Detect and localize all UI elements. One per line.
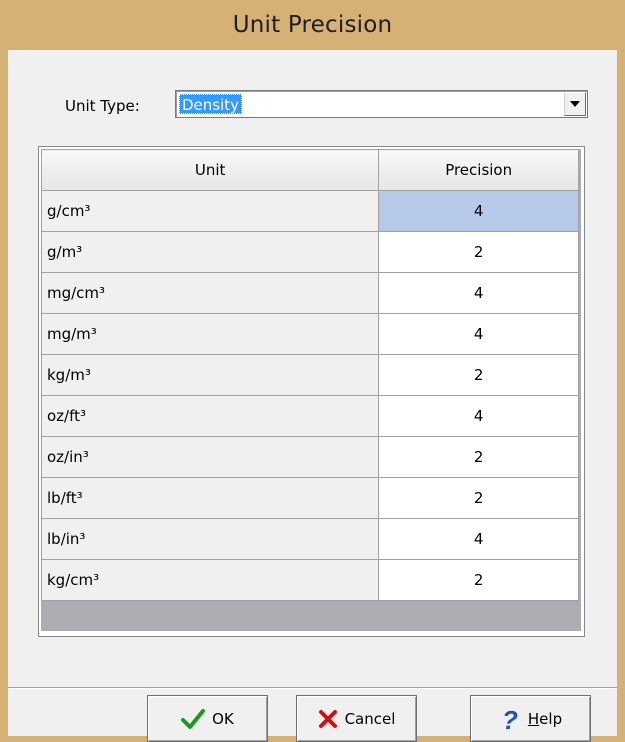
table-row[interactable]: g/m³ 2 [40, 231, 579, 273]
precision-cell[interactable]: 2 [378, 231, 579, 273]
grid-viewport: Unit Precision g/cm³ 4 g/m³ 2 mg/cm³ 4 mg/m³ 4 k… [40, 149, 581, 631]
precision-cell[interactable]: 4 [378, 190, 579, 232]
table-row[interactable]: lb/in³ 4 [40, 518, 579, 560]
unit-cell[interactable]: oz/in³ [40, 436, 380, 478]
checkmark-icon [181, 708, 206, 729]
precision-grid[interactable]: Unit Precision g/cm³ 4 g/m³ 2 mg/cm³ 4 mg/m³ 4 k… [38, 146, 585, 637]
precision-cell[interactable]: 2 [378, 436, 579, 478]
precision-cell[interactable]: 4 [378, 518, 579, 560]
unit-type-dropdown[interactable]: Density [175, 90, 588, 118]
chevron-down-icon [570, 101, 580, 107]
table-row[interactable]: lb/ft³ 2 [40, 477, 579, 519]
unit-cell[interactable]: oz/ft³ [40, 395, 380, 437]
dialog-client-area: Unit Type: Density Unit Precision g/cm³ 4… [8, 50, 617, 742]
table-row[interactable]: oz/ft³ 4 [40, 395, 579, 437]
precision-cell[interactable]: 2 [378, 354, 579, 396]
column-header-precision[interactable]: Precision [378, 149, 579, 191]
window-title: Unit Precision [232, 12, 393, 38]
button-separator [8, 687, 617, 689]
unit-precision-window: Unit Precision Unit Type: Density Unit P… [0, 0, 625, 742]
table-row[interactable]: mg/m³ 4 [40, 313, 579, 355]
unit-cell[interactable]: lb/ft³ [40, 477, 380, 519]
precision-cell[interactable]: 4 [378, 272, 579, 314]
grid-header-row: Unit Precision [40, 149, 579, 191]
column-header-unit[interactable]: Unit [40, 149, 380, 191]
help-button-label: Help [527, 709, 563, 728]
table-row[interactable]: oz/in³ 2 [40, 436, 579, 478]
precision-cell[interactable]: 2 [378, 559, 579, 601]
precision-cell[interactable]: 4 [378, 313, 579, 355]
table-row[interactable]: g/cm³ 4 [40, 190, 579, 232]
unit-type-label: Unit Type: [65, 97, 140, 115]
dropdown-button[interactable] [564, 92, 586, 116]
precision-cell[interactable]: 2 [378, 477, 579, 519]
title-bar[interactable]: Unit Precision [0, 0, 625, 50]
unit-cell[interactable]: mg/m³ [40, 313, 380, 355]
table-row[interactable]: mg/cm³ 4 [40, 272, 579, 314]
help-button[interactable]: ? Help [470, 695, 591, 742]
x-icon [318, 709, 337, 728]
precision-cell[interactable]: 4 [378, 395, 579, 437]
cancel-button[interactable]: Cancel [296, 695, 417, 742]
unit-cell[interactable]: mg/cm³ [40, 272, 380, 314]
ok-button[interactable]: OK [147, 695, 268, 742]
precision-table: Unit Precision g/cm³ 4 g/m³ 2 mg/cm³ 4 mg/m³ 4 k… [40, 149, 579, 601]
unit-type-value: Density [179, 94, 243, 114]
unit-cell[interactable]: kg/m³ [40, 354, 380, 396]
grid-body: g/cm³ 4 g/m³ 2 mg/cm³ 4 mg/m³ 4 kg/m³ 2 oz/ft³ 4 oz/… [40, 190, 579, 601]
unit-cell[interactable]: kg/cm³ [40, 559, 380, 601]
unit-cell[interactable]: g/m³ [40, 231, 380, 273]
question-icon: ? [502, 706, 518, 732]
table-row[interactable]: kg/cm³ 2 [40, 559, 579, 601]
svg-text:?: ? [502, 706, 518, 732]
table-row[interactable]: kg/m³ 2 [40, 354, 579, 396]
unit-cell[interactable]: lb/in³ [40, 518, 380, 560]
cancel-button-label: Cancel [344, 709, 396, 728]
unit-cell[interactable]: g/cm³ [40, 190, 380, 232]
ok-button-label: OK [212, 709, 234, 728]
